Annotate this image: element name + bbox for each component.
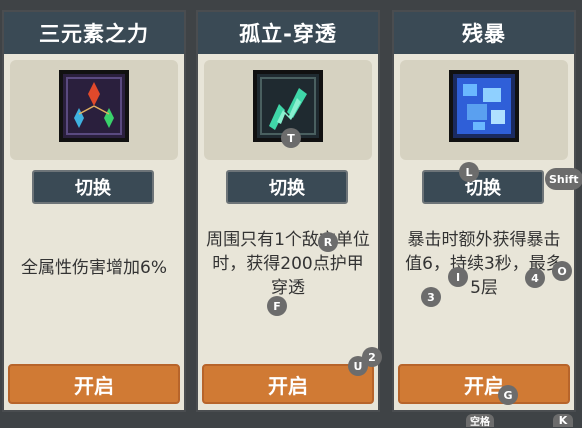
key-hint-f: F [267, 296, 287, 316]
key-hint-shift: Shift [545, 168, 582, 190]
talent-card-isolation-penetration: 孤立-穿透 切换 周围只有1个敌方单位时，获得200点护甲穿透 开启 [196, 10, 380, 412]
key-hint-3: 3 [421, 287, 441, 307]
key-hint-2: 2 [362, 347, 382, 367]
key-hint-o: O [552, 261, 572, 281]
card-title: 三元素之力 [4, 12, 184, 54]
key-hint-t: T [281, 128, 301, 148]
open-button[interactable]: 开启 [8, 364, 180, 404]
key-hint-r: R [318, 232, 338, 252]
talent-card-brutal: 残暴 切换 暴击时额外获得暴击值6，持续3秒，最多5层 开启 [392, 10, 576, 412]
key-hint-l: L [459, 162, 479, 182]
switch-button[interactable]: 切换 [226, 170, 348, 204]
icon-panel [10, 60, 178, 160]
key-hint-k: K [553, 414, 573, 427]
key-hint-i: I [448, 267, 468, 287]
card-description: 全属性伤害增加6% [21, 258, 167, 278]
icon-panel [400, 60, 568, 160]
key-hint-space: 空格 [466, 414, 494, 428]
switch-button[interactable]: 切换 [422, 170, 544, 204]
key-hint-4: 4 [525, 268, 545, 288]
talent-card-triple-element: 三元素之力 切换 全属性伤害增加6% 开启 [2, 10, 186, 412]
blue-ice-brutal-icon [449, 70, 519, 142]
triple-element-crystals-icon [59, 70, 129, 142]
card-title: 残暴 [394, 12, 574, 54]
switch-button[interactable]: 切换 [32, 170, 154, 204]
card-title: 孤立-穿透 [198, 12, 378, 54]
card-description: 周围只有1个敌方单位时，获得200点护甲穿透 [206, 230, 370, 298]
talent-card-list: 三元素之力 切换 全属性伤害增加6% 开启 孤立-穿透 切换 周围只有1个敌方单… [0, 10, 582, 420]
open-button[interactable]: 开启 [398, 364, 570, 404]
key-hint-g: G [498, 385, 518, 405]
